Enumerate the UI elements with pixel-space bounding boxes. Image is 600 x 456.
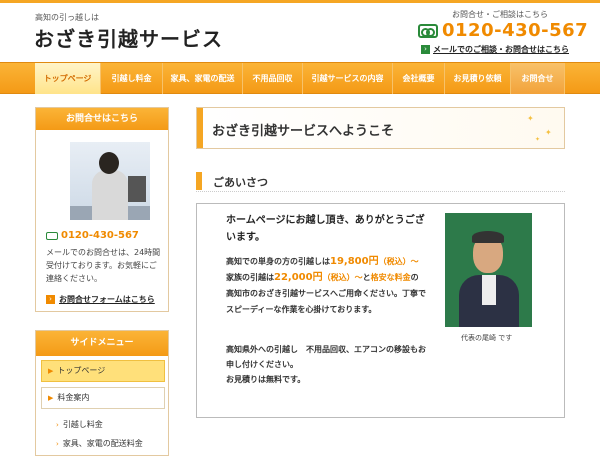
header-phone[interactable]: 0120-430-567 xyxy=(418,20,588,41)
nav-item-contact[interactable]: お問合せ xyxy=(511,63,565,94)
sidebar-item-moving-fee[interactable]: › 引越し料金 xyxy=(56,419,103,430)
welcome-banner: おざき引越サービスへようこそ ✦ ✦ ✦ xyxy=(196,107,565,149)
photo-caption: 代表の尾崎 です xyxy=(461,334,513,342)
arrow-right-icon: › xyxy=(46,295,55,304)
sidebar-item-label: トップページ xyxy=(57,366,106,375)
nav-item-junk[interactable]: 不用品回収 xyxy=(243,63,303,94)
greeting-heading: ごあいさつ xyxy=(196,170,565,192)
mail-contact-link[interactable]: › メールでのご相談・お問合せはこちら xyxy=(421,44,569,55)
mail-link-text: メールでのご相談・お問合せはこちら xyxy=(433,45,569,54)
chevron-right-icon: ▶ xyxy=(48,367,54,375)
chevron-right-icon: ▶ xyxy=(48,394,54,402)
sidebar-menu: サイドメニュー ▶ トップページ ▶ 料金案内 › 引越し料金 › 家具、家電の配送料金 xyxy=(35,330,169,456)
contact-form-link[interactable]: › お問合せフォームはこちら xyxy=(46,294,155,305)
site-header: 高知の引っ越しは おざき引越サービス お問合せ・ご相談はこちら 0120-430… xyxy=(0,0,600,62)
chevron-right-icon: › xyxy=(56,421,59,429)
nav-item-services[interactable]: 引越サービスの内容 xyxy=(303,63,393,94)
greeting-accent-bar xyxy=(196,172,202,190)
sidebar-item-label: 家具、家電の配送料金 xyxy=(62,439,143,448)
nav-item-furniture[interactable]: 家具、家電の配送 xyxy=(163,63,243,94)
welcome-accent-bar xyxy=(197,108,203,148)
greeting-lead: ホームページにお越し頂き、ありがとうございます。 xyxy=(226,215,425,243)
sparkle-icon: ✦ xyxy=(535,136,541,143)
freedial-icon xyxy=(46,231,58,240)
greeting-paragraph-services: 高知県外への引越し 不用品回収、エアコンの移設もお申し付けください。 xyxy=(226,345,426,369)
greeting-paragraph-pricing: 高知での単身の方の引越しは19,800円（税込）〜 家族の引越は22,000円（… xyxy=(226,256,427,314)
arrow-right-icon: › xyxy=(421,45,430,54)
welcome-title: おざき引越サービスへようこそ xyxy=(212,124,395,139)
greeting-content: ホームページにお越し頂き、ありがとうございます。 高知での単身の方の引越しは19… xyxy=(196,203,565,418)
sidebar-phone-number: 0120-430-567 xyxy=(61,230,139,241)
greeting-title: ごあいさつ xyxy=(213,176,268,189)
phone-number: 0120-430-567 xyxy=(442,20,589,41)
greeting-paragraph-estimate: お見積りは無料です。 xyxy=(226,375,306,384)
sidebar-item-label: 引越し料金 xyxy=(62,420,103,429)
nav-item-company[interactable]: 会社概要 xyxy=(393,63,445,94)
sidebar-contact-box: お問合せはこちら 0120-430-567 メールでのお問合せは、24時間受付け… xyxy=(35,107,169,312)
global-nav: トップページ 引越し料金 家具、家電の配送 不用品回収 引越サービスの内容 会社… xyxy=(0,62,600,94)
sidebar-item-top[interactable]: ▶ トップページ xyxy=(41,360,165,382)
sidebar-menu-heading: サイドメニュー xyxy=(36,331,168,356)
chevron-right-icon: › xyxy=(56,440,59,448)
site-tagline: 高知の引っ越しは xyxy=(35,13,99,22)
operator-photo xyxy=(70,142,150,220)
sidebar-item-label: 料金案内 xyxy=(57,393,90,402)
sidebar-phone[interactable]: 0120-430-567 xyxy=(46,230,139,241)
sparkle-icon: ✦ xyxy=(545,128,552,137)
nav-item-pricing[interactable]: 引越し料金 xyxy=(101,63,163,94)
sidebar-item-pricing-guide[interactable]: ▶ 料金案内 xyxy=(41,387,165,409)
sparkle-icon: ✦ xyxy=(527,114,534,123)
header-accent-line xyxy=(0,0,600,3)
sidebar-item-delivery-fee[interactable]: › 家具、家電の配送料金 xyxy=(56,438,143,449)
representative-photo xyxy=(445,213,532,327)
sidebar-contact-description: メールでのお問合せは、24時間受付けております。お気軽にご連絡ください。 xyxy=(46,248,161,283)
nav-item-top[interactable]: トップページ xyxy=(35,63,101,94)
freedial-icon xyxy=(418,23,438,38)
site-title[interactable]: おざき引越サービス xyxy=(34,23,223,52)
contact-form-link-text: お問合せフォームはこちら xyxy=(59,295,155,304)
contact-box-heading: お問合せはこちら xyxy=(36,108,168,130)
contact-label: お問合せ・ご相談はこちら xyxy=(452,10,548,19)
nav-item-estimate[interactable]: お見積り依頼 xyxy=(445,63,511,94)
